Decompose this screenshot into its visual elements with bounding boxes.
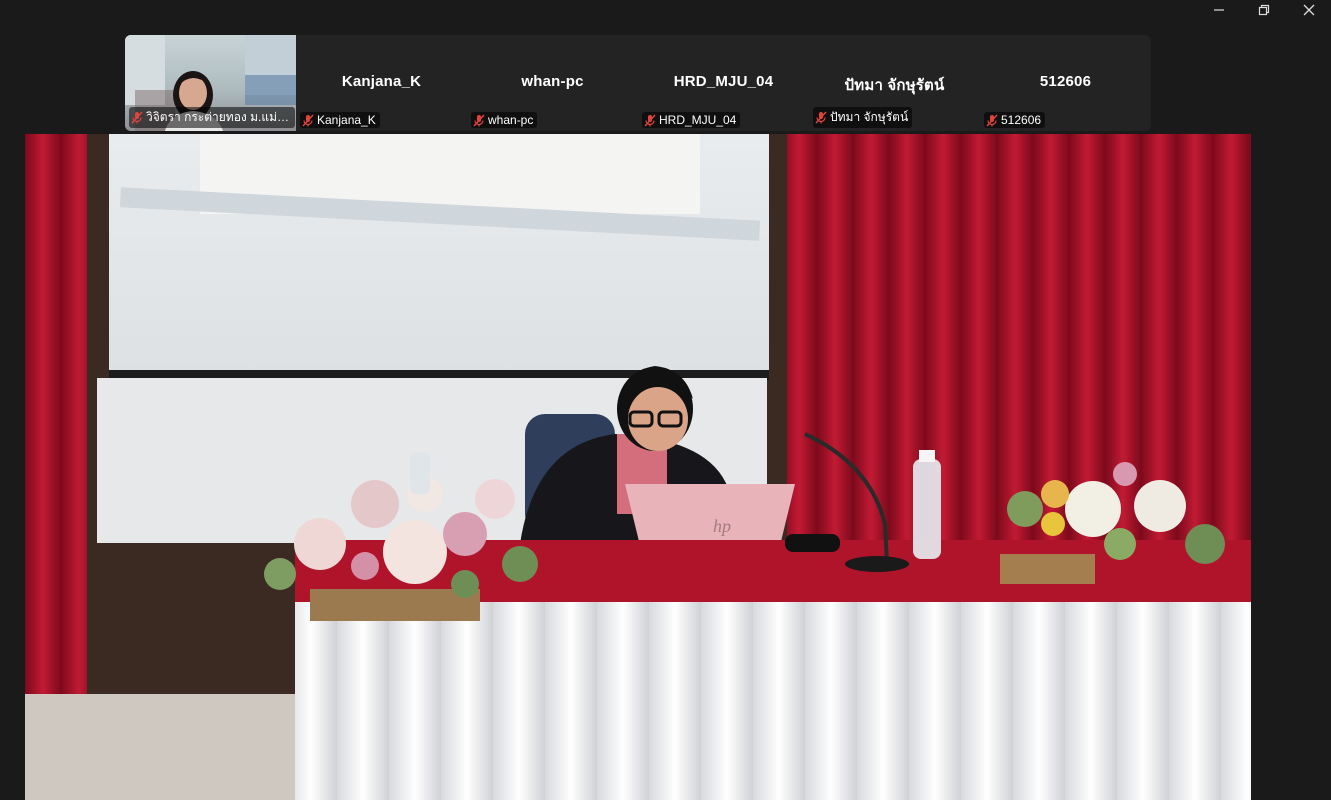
video-frame: hp bbox=[25, 134, 1251, 800]
mic-muted-icon bbox=[815, 111, 827, 124]
participant-name: HRD_MJU_04 bbox=[659, 113, 737, 127]
mic-muted-icon bbox=[473, 113, 485, 127]
participant-tile[interactable]: ปัทมา จักษุรัตน์ ปัทมา จักษุรัตน์ bbox=[809, 35, 980, 131]
window-controls bbox=[1196, 0, 1331, 20]
restore-icon bbox=[1258, 4, 1269, 16]
participant-name-tag: 512606 bbox=[984, 112, 1046, 128]
participant-tile-video[interactable]: วิจิตรา กระต่ายทอง ม.แม่โจ้-... bbox=[125, 35, 296, 131]
participant-name: Kanjana_K bbox=[317, 113, 376, 127]
participant-name: วิจิตรา กระต่ายทอง ม.แม่โจ้-... bbox=[146, 110, 291, 124]
participant-name-tag: HRD_MJU_04 bbox=[642, 112, 741, 128]
mic-muted-icon bbox=[302, 113, 314, 127]
close-icon bbox=[1303, 4, 1314, 16]
participant-display-name: 512606 bbox=[1039, 73, 1092, 90]
participant-tile[interactable]: 512606 512606 bbox=[980, 35, 1151, 131]
participant-name-tag: Kanjana_K bbox=[300, 112, 380, 128]
participant-name-tag: ปัทมา จักษุรัตน์ bbox=[813, 107, 913, 128]
minimize-icon bbox=[1213, 9, 1224, 11]
minimize-button[interactable] bbox=[1196, 0, 1241, 20]
close-button[interactable] bbox=[1286, 0, 1331, 20]
participant-display-name: whan-pc bbox=[521, 73, 584, 90]
participant-display-name: HRD_MJU_04 bbox=[673, 73, 774, 90]
svg-text:hp: hp bbox=[713, 516, 731, 536]
main-speaker-video[interactable]: hp bbox=[25, 134, 1251, 800]
mic-muted-icon bbox=[986, 113, 998, 127]
participant-display-name: Kanjana_K bbox=[341, 73, 422, 90]
mic-muted-icon bbox=[131, 111, 143, 124]
participant-display-name: ปัทมา จักษุรัตน์ bbox=[844, 77, 945, 94]
participant-name: ปัทมา จักษุรัตน์ bbox=[830, 110, 909, 124]
participant-tile[interactable]: whan-pc whan-pc bbox=[467, 35, 638, 131]
participant-tile[interactable]: Kanjana_K Kanjana_K bbox=[296, 35, 467, 131]
participant-name: 512606 bbox=[1001, 113, 1042, 127]
participant-strip: วิจิตรา กระต่ายทอง ม.แม่โจ้-... Kanjana_… bbox=[125, 35, 1151, 131]
participant-name: whan-pc bbox=[488, 113, 534, 127]
participant-name-tag: วิจิตรา กระต่ายทอง ม.แม่โจ้-... bbox=[129, 107, 295, 128]
mic-muted-icon bbox=[644, 113, 656, 127]
participant-name-tag: whan-pc bbox=[471, 112, 538, 128]
restore-button[interactable] bbox=[1241, 0, 1286, 20]
participant-tile[interactable]: HRD_MJU_04 HRD_MJU_04 bbox=[638, 35, 809, 131]
